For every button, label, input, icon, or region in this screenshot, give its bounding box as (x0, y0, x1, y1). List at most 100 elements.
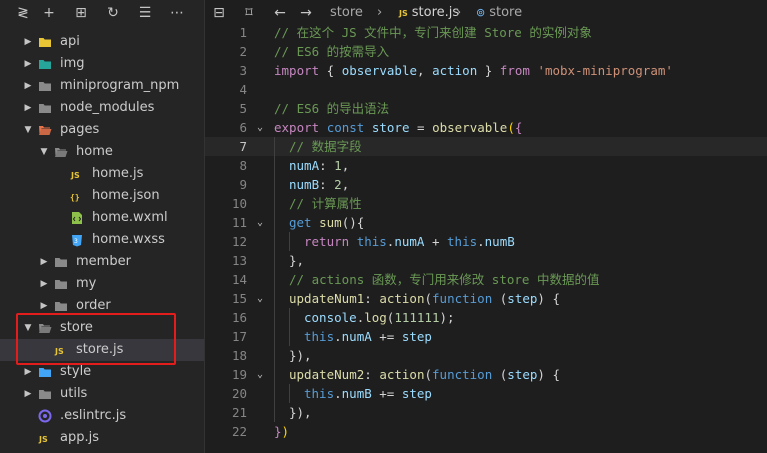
code-text: get sum(){ (289, 213, 364, 232)
tree-item-utils[interactable]: ▶ utils (0, 383, 204, 405)
collapse-all-icon[interactable]: ≷ (14, 4, 32, 22)
tree-item-img[interactable]: ▶ img (0, 53, 204, 75)
chevron-right-icon[interactable]: ▶ (38, 273, 50, 295)
code-token: 111111 (394, 310, 440, 325)
code-line[interactable]: 5 // ES6 的导出语法 (205, 99, 767, 118)
code-line[interactable]: 6 ⌄ export const store = observable({ (205, 118, 767, 137)
js-file-icon: JS (399, 9, 408, 18)
code-token: ) { (537, 291, 560, 306)
chevron-right-icon[interactable]: ▶ (22, 361, 34, 383)
code-line[interactable]: 3 import { observable, action } from 'mob… (205, 61, 767, 80)
tree-item-miniprogram-npm[interactable]: ▶ miniprogram_npm (0, 75, 204, 97)
tree-item-node-modules[interactable]: ▶ node_modules (0, 97, 204, 119)
code-line[interactable]: 9 numB: 2, (205, 175, 767, 194)
variable-icon: ⊚ (476, 6, 486, 19)
tree-item-label: img (60, 56, 85, 71)
breadcrumb-item[interactable]: store (330, 4, 363, 22)
tree-item-eslintrc-js[interactable]: .eslintrc.js (0, 405, 204, 427)
code-line[interactable]: 11 ⌄ get sum(){ (205, 213, 767, 232)
fold-chevron-icon[interactable]: ⌄ (254, 118, 266, 137)
tree-item-member[interactable]: ▶ member (0, 251, 204, 273)
chevron-right-icon[interactable]: ▶ (38, 295, 50, 317)
code-token: { (319, 63, 342, 78)
code-line[interactable]: 10 // 计算属性 (205, 194, 767, 213)
indent-guide (274, 365, 275, 384)
tree-item-home-json[interactable]: {} home.json (0, 185, 204, 207)
more-icon[interactable]: ⋯ (168, 4, 186, 22)
tree-item-pages[interactable]: ▼ pages (0, 119, 204, 141)
breadcrumb-item[interactable]: ⊚ store (476, 4, 522, 22)
code-line[interactable]: 15 ⌄ updateNum1: action(function (step) { (205, 289, 767, 308)
code-line[interactable]: 19 ⌄ updateNum2: action(function (step) { (205, 365, 767, 384)
breadcrumb-separator: › (456, 4, 461, 22)
code-line[interactable]: 16 console.log(111111); (205, 308, 767, 327)
code-token: step (507, 367, 538, 382)
code-line[interactable]: 14 // actions 函数，专门用来修改 store 中数据的值 (205, 270, 767, 289)
tree-item-home[interactable]: ▼ home (0, 141, 204, 163)
code-token: += (371, 386, 402, 401)
code-line[interactable]: 1 // 在这个 JS 文件中，专门来创建 Store 的实例对象 (205, 23, 767, 42)
refresh-icon[interactable]: ↻ (104, 4, 122, 22)
indent-guide (274, 137, 275, 156)
code-token: = (409, 120, 433, 135)
code-editor[interactable]: ⊟ ⌑ ← → store › JS store.js › ⊚ store 1// 在这个 JS 文… (204, 0, 767, 453)
chevron-right-icon[interactable]: ▶ (22, 31, 34, 53)
chevron-down-icon[interactable]: ▼ (22, 119, 34, 141)
code-line[interactable]: 22}) (205, 422, 767, 441)
back-icon[interactable]: ← (271, 4, 289, 22)
code-line[interactable]: 7 // 数据字段 (205, 137, 767, 156)
code-line[interactable]: 13}, (205, 251, 767, 270)
line-number: 8 (239, 158, 247, 173)
code-line[interactable]: 2 // ES6 的按需导入 (205, 42, 767, 61)
tree-item-label: home.js (92, 166, 144, 181)
line-number: 20 (231, 386, 247, 401)
new-file-icon[interactable]: + (40, 4, 58, 22)
code-token: ( (424, 367, 433, 382)
collapse-icon[interactable]: ☰ (136, 4, 154, 22)
tree-item-style[interactable]: ▶ style (0, 361, 204, 383)
bookmark-icon[interactable]: ⌑ (240, 4, 258, 22)
breadcrumb-text: store.js (411, 5, 460, 20)
code-text: // actions 函数，专门用来修改 store 中数据的值 (289, 270, 599, 289)
split-editor-icon[interactable]: ⊟ (210, 4, 228, 22)
code-line[interactable]: 20 this.numB += step (205, 384, 767, 403)
tree-item-home-wxss[interactable]: 3 home.wxss (0, 229, 204, 251)
code-line[interactable]: 21}), (205, 403, 767, 422)
new-folder-icon[interactable]: ⊞ (72, 4, 90, 22)
chevron-right-icon[interactable]: ▶ (38, 251, 50, 273)
chevron-right-icon[interactable]: ▶ (22, 383, 34, 405)
line-number: 11 (231, 215, 247, 230)
tree-item-my[interactable]: ▶ my (0, 273, 204, 295)
code-line[interactable]: 8 numA: 1, (205, 156, 767, 175)
tree-item-store-js[interactable]: JS store.js (0, 339, 204, 361)
code-line[interactable]: 17 this.numA += step (205, 327, 767, 346)
fold-chevron-icon[interactable]: ⌄ (254, 365, 266, 384)
tree-item-app-js[interactable]: JS app.js (0, 427, 204, 449)
code-line[interactable]: 18}), (205, 346, 767, 365)
tree-item-home-wxml[interactable]: home.wxml (0, 207, 204, 229)
tree-item-store[interactable]: ▼ store (0, 317, 204, 339)
code-token: ); (439, 310, 455, 325)
code-token: this (356, 234, 387, 249)
fold-chevron-icon[interactable]: ⌄ (254, 289, 266, 308)
chevron-right-icon[interactable]: ▶ (22, 53, 34, 75)
tree-item-label: home.json (92, 188, 160, 203)
tree-item-api[interactable]: ▶ api (0, 31, 204, 53)
line-number: 9 (239, 177, 247, 192)
tree-item-home-js[interactable]: JS home.js (0, 163, 204, 185)
code-line[interactable]: 12 return this.numA + this.numB (205, 232, 767, 251)
code-token: ( (424, 291, 433, 306)
code-token: + (424, 234, 448, 249)
chevron-right-icon[interactable]: ▶ (22, 75, 34, 97)
forward-icon[interactable]: → (297, 4, 315, 22)
chevron-down-icon[interactable]: ▼ (22, 317, 34, 339)
line-number: 2 (239, 44, 247, 59)
chevron-right-icon[interactable]: ▶ (22, 97, 34, 119)
fold-chevron-icon[interactable]: ⌄ (254, 213, 266, 232)
code-token: } (274, 424, 282, 439)
chevron-down-icon[interactable]: ▼ (38, 141, 50, 163)
code-line[interactable]: 4 (205, 80, 767, 99)
tree-item-order[interactable]: ▶ order (0, 295, 204, 317)
breadcrumb-item[interactable]: JS store.js (399, 4, 459, 22)
